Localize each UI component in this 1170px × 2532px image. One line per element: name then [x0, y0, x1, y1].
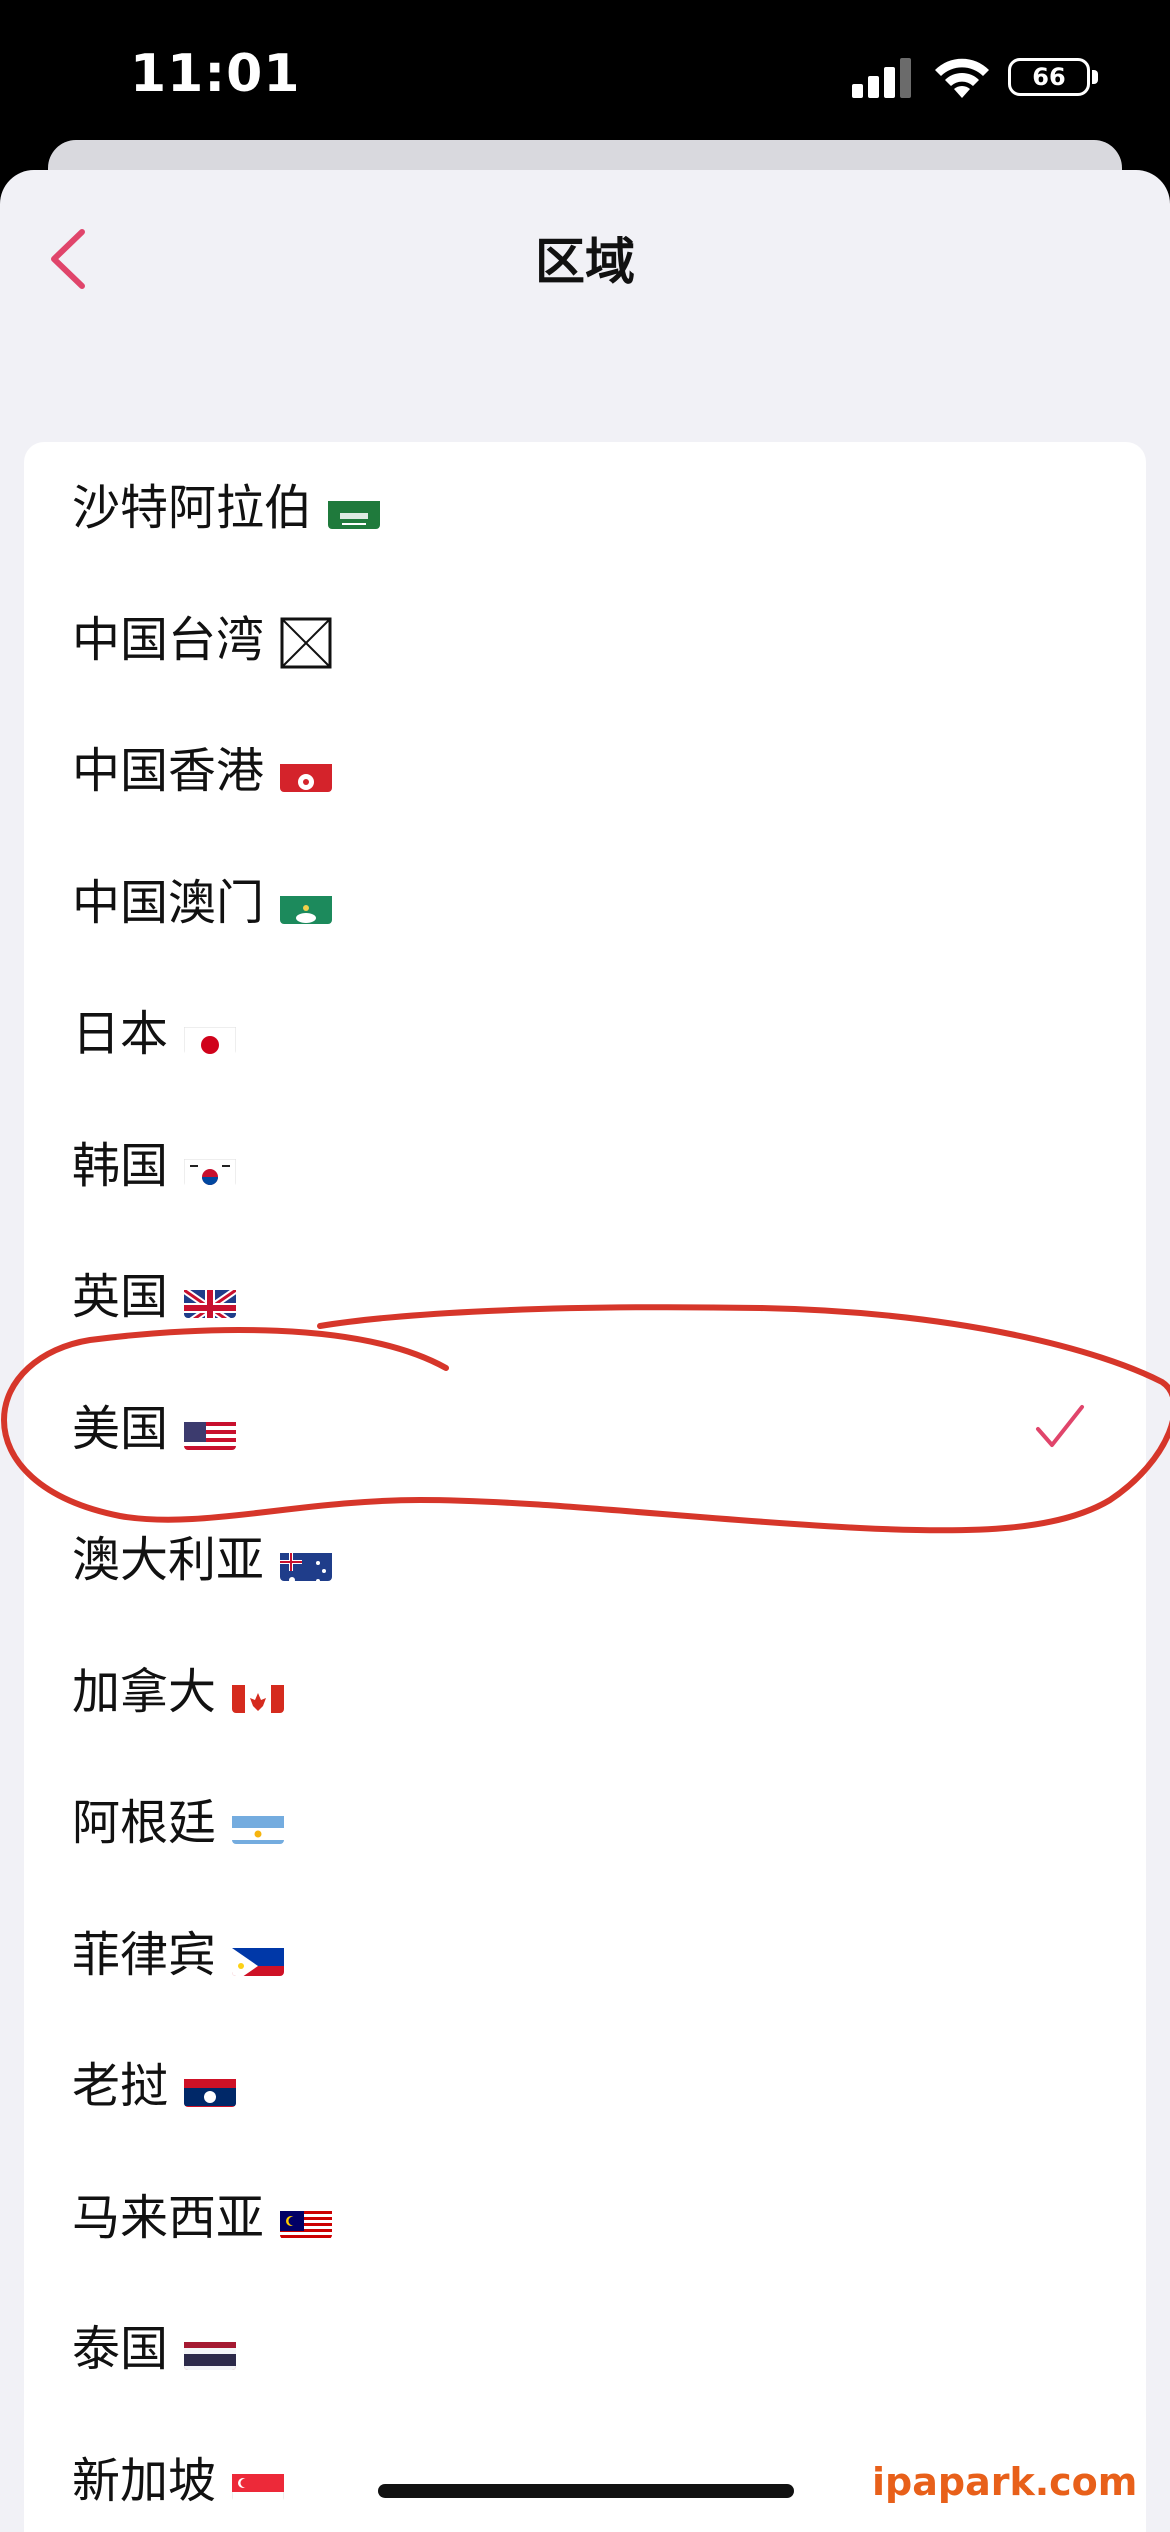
region-row[interactable]: 美国 — [24, 1363, 1146, 1495]
saudi-arabia-flag-icon — [328, 493, 381, 529]
south-korea-flag-icon — [184, 1151, 237, 1187]
checkmark-icon — [1036, 1404, 1084, 1447]
region-label: 沙特阿拉伯 — [72, 480, 381, 536]
region-row[interactable]: 英国 — [24, 1231, 1146, 1363]
page-title: 区域 — [535, 233, 635, 291]
region-name: 韩国 — [72, 1137, 169, 1194]
battery-tip — [1092, 70, 1098, 84]
region-row[interactable]: 加拿大 — [24, 1626, 1146, 1758]
wifi-icon — [935, 58, 989, 98]
region-row[interactable]: 中国台湾 — [24, 574, 1146, 706]
region-label: 中国香港 — [72, 743, 333, 799]
region-name: 老挝 — [72, 2058, 169, 2114]
hong-kong-flag-icon — [280, 756, 333, 792]
region-row[interactable]: 老挝 — [24, 2020, 1146, 2152]
region-name: 美国 — [72, 1400, 169, 1457]
region-label: 阿根廷 — [72, 1795, 285, 1851]
region-label: 新加坡 — [72, 2452, 285, 2509]
malaysia-flag-icon — [280, 2203, 333, 2239]
region-name: 日本 — [72, 1006, 169, 1062]
philippines-flag-icon — [232, 1940, 285, 1976]
region-name: 中国香港 — [72, 743, 265, 799]
canada-flag-icon — [232, 1677, 285, 1713]
region-row[interactable]: 澳大利亚 — [24, 1494, 1146, 1626]
status-time: 11:01 — [130, 44, 301, 104]
region-name: 加拿大 — [72, 1663, 217, 1720]
region-label: 英国 — [72, 1269, 237, 1325]
status-bar: 11:01 66 — [0, 0, 1170, 150]
australia-flag-icon — [280, 1545, 333, 1581]
region-row[interactable]: 中国澳门 — [24, 837, 1146, 969]
cellular-signal-icon — [852, 58, 911, 98]
region-row[interactable]: 日本 — [24, 968, 1146, 1100]
region-label: 加拿大 — [72, 1663, 285, 1720]
united-states-flag-icon — [184, 1414, 237, 1450]
region-label: 老挝 — [72, 2058, 237, 2114]
japan-flag-icon — [184, 1019, 237, 1055]
macau-flag-icon — [280, 888, 333, 924]
singapore-flag-icon — [232, 2466, 285, 2502]
region-label: 菲律宾 — [72, 1926, 285, 1983]
region-row[interactable]: 马来西亚 — [24, 2152, 1146, 2284]
home-indicator[interactable] — [378, 2484, 794, 2498]
region-sheet: 区域 沙特阿拉伯中国台湾中国香港中国澳门日本韩国英国美国澳大利亚加拿大阿根廷菲律… — [0, 170, 1170, 2532]
region-label: 美国 — [72, 1400, 237, 1457]
region-row[interactable]: 沙特阿拉伯 — [24, 442, 1146, 574]
region-label: 中国台湾 — [72, 612, 332, 669]
region-name: 新加坡 — [72, 2452, 217, 2509]
region-name: 菲律宾 — [72, 1926, 217, 1983]
region-name: 中国台湾 — [72, 611, 265, 668]
argentina-flag-icon — [232, 1808, 285, 1844]
region-row[interactable]: 中国香港 — [24, 705, 1146, 837]
region-name: 英国 — [72, 1269, 169, 1325]
region-label: 泰国 — [72, 2321, 237, 2377]
united-kingdom-flag-icon — [184, 1282, 237, 1318]
battery-icon: 66 — [1008, 58, 1090, 96]
region-name: 澳大利亚 — [72, 1532, 265, 1588]
region-name: 中国澳门 — [72, 874, 265, 931]
region-label: 中国澳门 — [72, 874, 333, 931]
laos-flag-icon — [184, 2071, 237, 2107]
region-name: 泰国 — [72, 2321, 169, 2377]
battery-level: 66 — [1032, 63, 1066, 91]
region-name: 马来西亚 — [72, 2189, 265, 2246]
region-row[interactable]: 泰国 — [24, 2283, 1146, 2415]
region-row[interactable]: 菲律宾 — [24, 1889, 1146, 2021]
thailand-flag-icon — [184, 2334, 237, 2370]
region-label: 澳大利亚 — [72, 1532, 333, 1588]
region-list: 沙特阿拉伯中国台湾中国香港中国澳门日本韩国英国美国澳大利亚加拿大阿根廷菲律宾老挝… — [24, 442, 1146, 2532]
region-label: 马来西亚 — [72, 2189, 333, 2246]
region-name: 阿根廷 — [72, 1795, 217, 1851]
region-label: 日本 — [72, 1006, 237, 1062]
region-name: 沙特阿拉伯 — [72, 480, 313, 536]
placeholder-box-flag-icon — [280, 617, 332, 669]
region-row[interactable]: 韩国 — [24, 1100, 1146, 1232]
region-label: 韩国 — [72, 1137, 237, 1194]
region-row[interactable]: 阿根廷 — [24, 1757, 1146, 1889]
watermark: ipapark.com — [872, 2460, 1138, 2504]
